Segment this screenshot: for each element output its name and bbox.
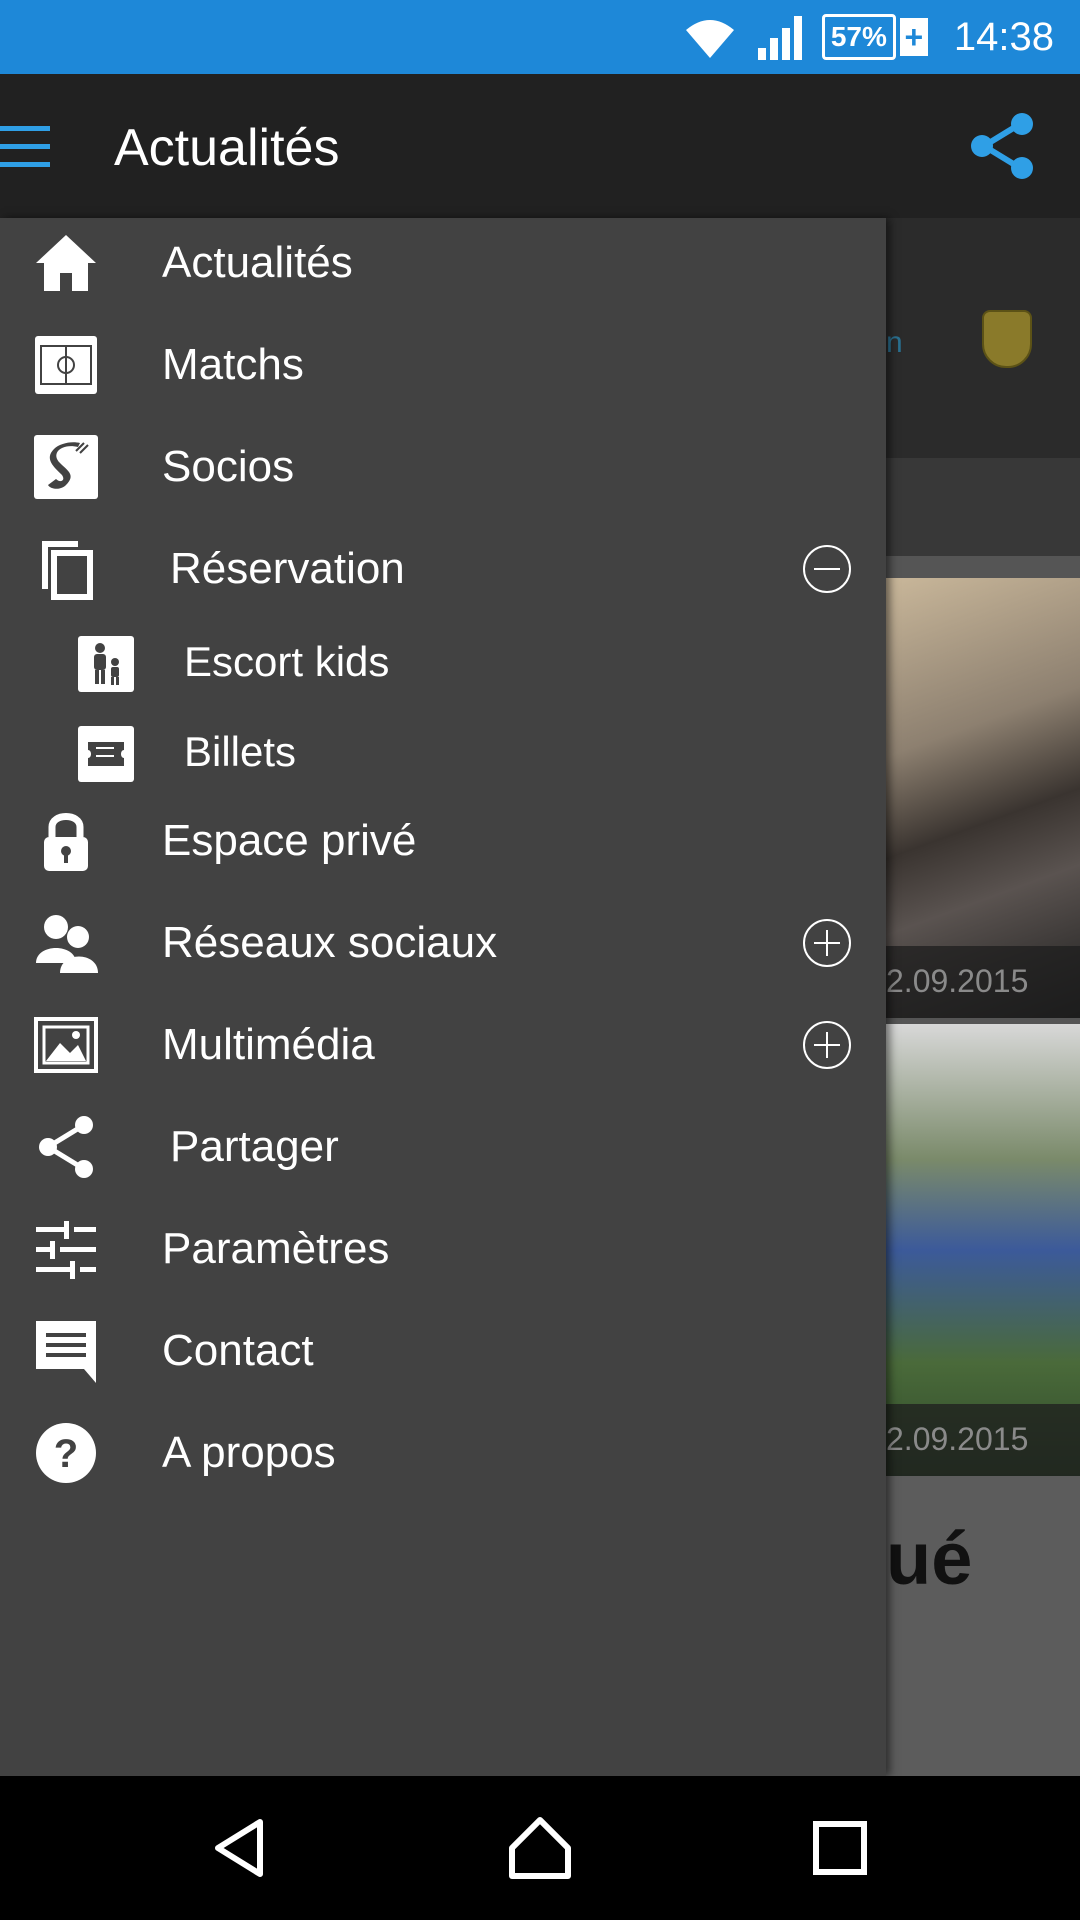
home-nav-icon — [509, 1817, 571, 1879]
back-button[interactable] — [208, 1816, 272, 1880]
menu-icon[interactable] — [0, 126, 50, 168]
drawer-item-matchs[interactable]: Matchs — [0, 320, 886, 410]
back-icon — [215, 1819, 263, 1877]
drawer-item-label: Réservation — [170, 544, 405, 593]
copy-icon — [34, 537, 98, 601]
drawer-item-label: Réseaux sociaux — [162, 918, 498, 967]
recents-button[interactable] — [808, 1816, 872, 1880]
recents-icon — [813, 1821, 867, 1875]
drawer-subitem-billets[interactable]: Billets — [0, 704, 886, 794]
svg-text:?: ? — [54, 1432, 78, 1476]
news-image-football[interactable]: 2.09.2015 — [886, 1024, 1080, 1476]
image-icon — [34, 1013, 98, 1077]
socios-icon — [34, 435, 98, 499]
system-nav-bar — [0, 1776, 1080, 1920]
navigation-drawer: Actualités Matchs Socios Réservation Esc… — [0, 218, 886, 1776]
news-headline: ué — [886, 1517, 973, 1600]
drawer-item-label: Multimédia — [162, 1020, 375, 1069]
expand-icon[interactable] — [802, 1020, 852, 1070]
wifi-icon — [682, 14, 738, 60]
drawer-item-socios[interactable]: Socios — [0, 422, 886, 512]
drawer-item-label: Paramètres — [162, 1224, 390, 1273]
battery-level: 57% — [821, 14, 896, 60]
drawer-item-label: Contact — [162, 1326, 314, 1375]
page-title: Actualités — [114, 119, 340, 177]
ticket-icon — [78, 726, 134, 782]
drawer-subitem-escort-kids[interactable]: Escort kids — [0, 614, 886, 704]
home-icon — [34, 231, 98, 295]
drawer-item-a-propos[interactable]: ? A propos — [0, 1408, 886, 1498]
message-icon — [34, 1319, 98, 1383]
section-band — [886, 458, 1080, 556]
drawer-item-contact[interactable]: Contact — [0, 1306, 886, 1396]
status-bar: 57% + 14:38 — [0, 0, 1080, 74]
drawer-item-label: Matchs — [162, 340, 304, 389]
family-icon — [78, 636, 134, 692]
people-icon — [34, 911, 98, 975]
expand-icon[interactable] — [802, 918, 852, 968]
drawer-item-actualites[interactable]: Actualités — [0, 218, 886, 308]
share-icon — [34, 1115, 98, 1179]
drawer-item-reseaux-sociaux[interactable]: Réseaux sociaux — [0, 898, 886, 988]
share-icon — [971, 113, 1033, 179]
drawer-item-label: Espace privé — [162, 816, 417, 865]
news-date: 2.09.2015 — [886, 1421, 1029, 1457]
club-header: n — [886, 218, 1080, 458]
charging-icon: + — [899, 18, 928, 56]
drawer-item-label: Partager — [170, 1122, 339, 1171]
battery-indicator: 57% + — [821, 14, 928, 60]
drawer-item-label: A propos — [162, 1428, 336, 1477]
news-card[interactable]: ué — [886, 1476, 1080, 1776]
club-logo — [982, 310, 1032, 368]
drawer-item-label: Billets — [184, 728, 297, 775]
drawer-item-label: Actualités — [162, 238, 353, 287]
field-icon — [34, 333, 98, 397]
share-button[interactable] — [968, 112, 1036, 180]
drawer-item-reservation[interactable]: Réservation — [0, 524, 886, 614]
drawer-item-parametres[interactable]: Paramètres — [0, 1204, 886, 1294]
drawer-item-partager[interactable]: Partager — [0, 1102, 886, 1192]
signal-icon — [756, 14, 804, 60]
clock: 14:38 — [953, 14, 1054, 59]
club-link-fragment: n — [886, 326, 903, 359]
news-caption: 2.09.2015 — [886, 1404, 1080, 1476]
drawer-item-label: Socios — [162, 442, 295, 491]
news-caption: 2.09.2015 — [886, 946, 1080, 1018]
lock-icon — [34, 809, 98, 873]
drawer-item-multimedia[interactable]: Multimédia — [0, 1000, 886, 1090]
home-button[interactable] — [508, 1816, 572, 1880]
collapse-icon[interactable] — [802, 544, 852, 594]
news-date: 2.09.2015 — [886, 963, 1029, 999]
help-icon: ? — [34, 1421, 98, 1485]
drawer-item-label: Escort kids — [184, 638, 390, 685]
drawer-item-espace-prive[interactable]: Espace privé — [0, 796, 886, 886]
app-bar: Actualités — [0, 74, 1080, 218]
news-image-chess[interactable]: 2.09.2015 — [886, 578, 1080, 1018]
sliders-icon — [34, 1217, 98, 1281]
